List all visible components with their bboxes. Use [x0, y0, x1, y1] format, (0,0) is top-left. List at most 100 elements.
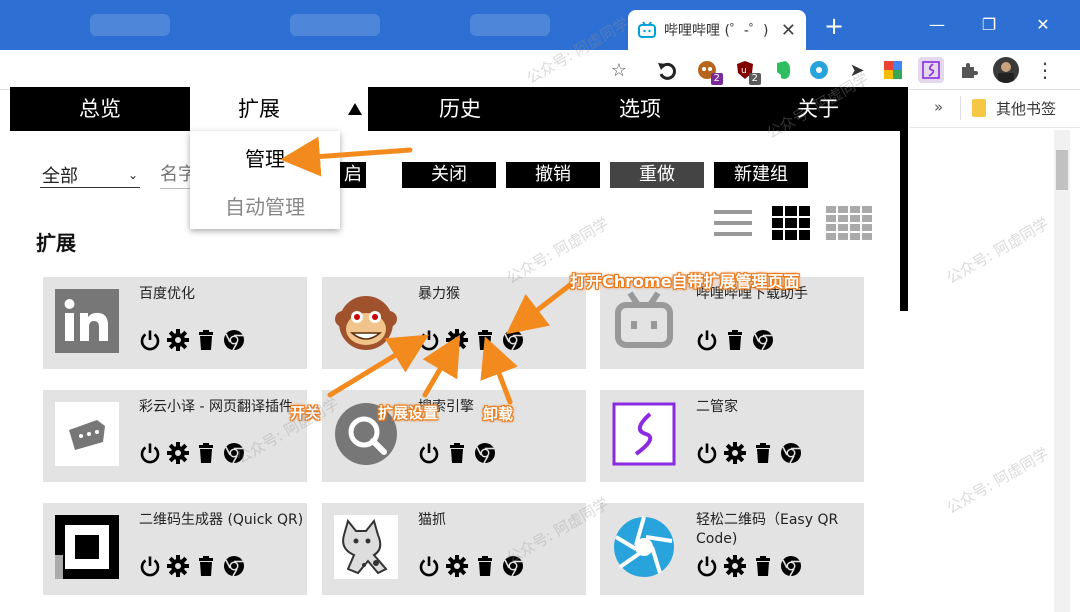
- chrome-icon[interactable]: [780, 555, 802, 577]
- blurred-tab[interactable]: [470, 14, 550, 36]
- power-toggle-icon[interactable]: [696, 329, 718, 351]
- monkey-icon: [334, 289, 398, 353]
- new-group-button[interactable]: 新建组: [714, 162, 808, 188]
- power-toggle-icon[interactable]: [696, 442, 718, 464]
- extension-card[interactable]: 轻松二维码（Easy QR Code): [600, 503, 864, 595]
- trash-icon[interactable]: [195, 442, 217, 464]
- trash-icon[interactable]: [724, 329, 746, 351]
- trash-icon[interactable]: [474, 329, 496, 351]
- erguanjia-toolbar-icon[interactable]: [918, 57, 944, 83]
- grid-view-icon[interactable]: [772, 206, 810, 240]
- tab-extensions[interactable]: 扩展: [190, 87, 368, 131]
- tab-overview[interactable]: 总览: [40, 87, 160, 131]
- extension-card[interactable]: 搜索引擎: [322, 390, 586, 482]
- power-toggle-icon[interactable]: [139, 555, 161, 577]
- tab-about[interactable]: 关于: [768, 87, 868, 131]
- power-toggle-icon[interactable]: [418, 555, 440, 577]
- extension-card[interactable]: 猫抓: [322, 503, 586, 595]
- tampermonkey-icon[interactable]: 2: [694, 57, 723, 85]
- other-bookmarks-link[interactable]: 其他书签: [996, 98, 1056, 119]
- new-tab-button[interactable]: +: [822, 14, 846, 38]
- extension-card[interactable]: 彩云小译 - 网页翻译插件: [43, 390, 307, 482]
- extension-name: 二维码生成器 (Quick QR): [139, 512, 304, 528]
- aperture-toolbar-icon[interactable]: [806, 57, 832, 83]
- evernote-icon[interactable]: [770, 57, 796, 83]
- power-toggle-icon[interactable]: [139, 442, 161, 464]
- settings-gear-icon[interactable]: [167, 555, 189, 577]
- avatar[interactable]: [993, 57, 1019, 83]
- page-scrollbar-thumb[interactable]: [1056, 150, 1068, 190]
- trash-icon[interactable]: [752, 442, 774, 464]
- extension-name: 轻松二维码（Easy QR Code): [696, 512, 839, 547]
- tab-history[interactable]: 历史: [410, 87, 510, 131]
- power-toggle-icon[interactable]: [418, 442, 440, 464]
- chrome-icon[interactable]: [223, 442, 245, 464]
- extension-controls: [139, 329, 245, 351]
- badge-count: 2: [710, 73, 723, 85]
- menu-item-manage[interactable]: 管理: [190, 143, 340, 172]
- settings-gear-icon[interactable]: [167, 442, 189, 464]
- extension-card[interactable]: 哔哩哔哩下载助手: [600, 277, 864, 369]
- extension-card[interactable]: 百度优化: [43, 277, 307, 369]
- active-tab[interactable]: 哔哩哔哩 (゜-゜) ✕: [628, 10, 806, 50]
- settings-gear-icon[interactable]: [167, 329, 189, 351]
- menu-item-auto-manage[interactable]: 自动管理: [190, 191, 340, 220]
- linkedin-icon: [55, 289, 119, 353]
- trash-icon[interactable]: [752, 555, 774, 577]
- chrome-icon[interactable]: [780, 442, 802, 464]
- chrome-icon[interactable]: [474, 442, 496, 464]
- chrome-icon[interactable]: [223, 555, 245, 577]
- menu-kebab-icon[interactable]: ⋮: [1032, 57, 1058, 83]
- tab-options[interactable]: 选项: [590, 87, 690, 131]
- bookmark-star-icon[interactable]: ☆: [606, 57, 632, 83]
- ublock-icon[interactable]: u 2: [732, 57, 761, 85]
- blurred-tab[interactable]: [290, 14, 380, 36]
- google-extension-icon[interactable]: [880, 57, 906, 83]
- settings-gear-icon[interactable]: [446, 555, 468, 577]
- extension-card[interactable]: 暴力猴: [322, 277, 586, 369]
- chrome-icon[interactable]: [502, 555, 524, 577]
- settings-gear-icon[interactable]: [724, 442, 746, 464]
- chrome-icon[interactable]: [502, 329, 524, 351]
- undo-button[interactable]: 撤销: [506, 162, 600, 188]
- bookmark-bar: » 其他书签: [910, 90, 1080, 128]
- trash-icon[interactable]: [195, 555, 217, 577]
- bookmark-overflow-icon[interactable]: »: [934, 98, 943, 116]
- extension-controls: [418, 329, 524, 351]
- minimize-button[interactable]: —: [922, 10, 952, 40]
- power-toggle-icon[interactable]: [418, 329, 440, 351]
- extension-name: 暴力猴: [418, 286, 460, 302]
- small-grid-view-icon[interactable]: [826, 206, 872, 240]
- restore-button[interactable]: ❐: [974, 10, 1004, 40]
- section-title: 扩展: [36, 231, 76, 255]
- undo-extension-icon[interactable]: [654, 57, 680, 83]
- page-scrollbar[interactable]: [1054, 130, 1070, 612]
- enable-all-button[interactable]: 启: [340, 162, 366, 188]
- extensions-puzzle-icon[interactable]: [956, 57, 982, 83]
- badge-count: 2: [748, 73, 761, 85]
- send-icon[interactable]: ➤: [844, 57, 870, 83]
- trash-icon[interactable]: [446, 442, 468, 464]
- tab-close-icon[interactable]: ✕: [781, 20, 796, 41]
- close-window-button[interactable]: ✕: [1028, 10, 1058, 40]
- scope-select[interactable]: 全部 ⌄: [40, 162, 140, 188]
- redo-button[interactable]: 重做: [610, 162, 704, 188]
- list-view-icon[interactable]: [714, 206, 752, 240]
- extension-controls: [418, 555, 524, 577]
- chrome-icon[interactable]: [752, 329, 774, 351]
- chrome-icon[interactable]: [223, 329, 245, 351]
- disable-all-button[interactable]: 关闭: [402, 162, 496, 188]
- blurred-tab[interactable]: [90, 14, 170, 36]
- settings-gear-icon[interactable]: [446, 329, 468, 351]
- popup-scrollbar[interactable]: [900, 131, 908, 311]
- caret-up-icon: [348, 103, 362, 115]
- trash-icon[interactable]: [474, 555, 496, 577]
- extension-card[interactable]: 二维码生成器 (Quick QR): [43, 503, 307, 595]
- power-toggle-icon[interactable]: [139, 329, 161, 351]
- extension-controls: [696, 442, 802, 464]
- trash-icon[interactable]: [195, 329, 217, 351]
- extension-card[interactable]: 二管家: [600, 390, 864, 482]
- settings-gear-icon[interactable]: [724, 555, 746, 577]
- cat-icon: [334, 515, 398, 579]
- power-toggle-icon[interactable]: [696, 555, 718, 577]
